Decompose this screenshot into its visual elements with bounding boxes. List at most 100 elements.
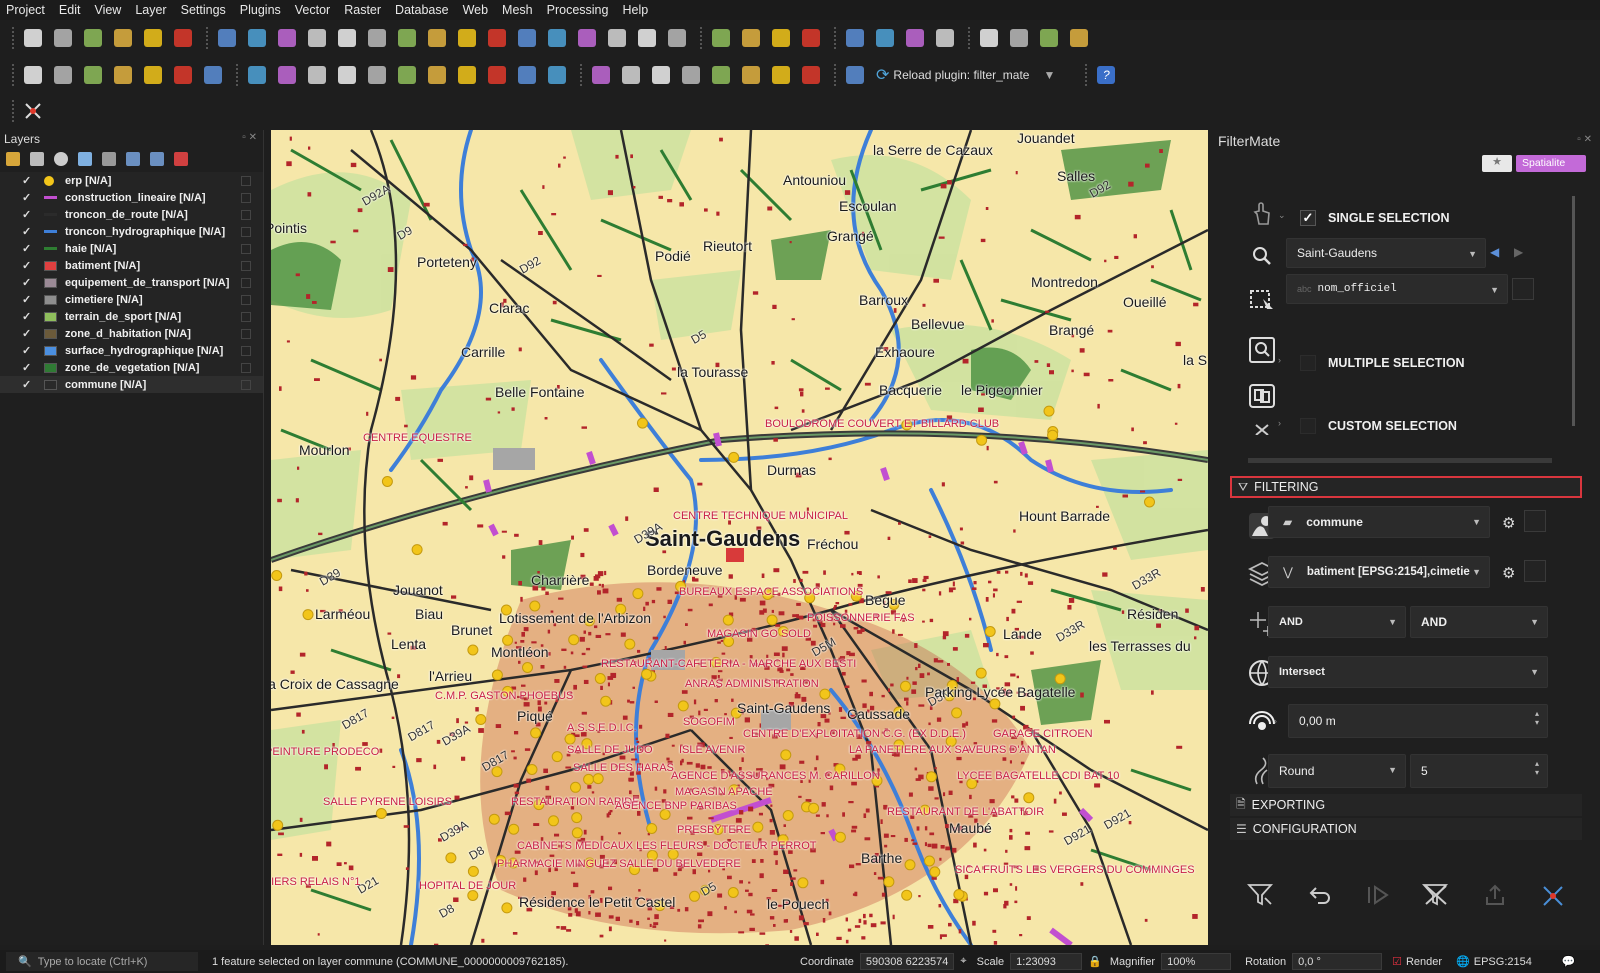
print-layout-icon[interactable] [110, 25, 136, 51]
pan-to-selection-icon[interactable] [244, 25, 270, 51]
refresh-icon[interactable] [664, 25, 690, 51]
rotate-label-icon[interactable] [738, 62, 764, 88]
layer-indicator[interactable] [241, 209, 251, 220]
buffer-toggle[interactable] [1238, 700, 1286, 746]
messages-icon[interactable]: 💬 [1562, 955, 1576, 968]
multiple-selection-expander-icon[interactable]: › [1278, 355, 1281, 365]
zoom-to-selection-tool[interactable] [1238, 326, 1286, 374]
remove-layer-icon[interactable] [174, 152, 188, 166]
layer-indicator[interactable] [241, 226, 251, 237]
filter-by-expression-icon[interactable] [102, 152, 116, 166]
layer-row[interactable]: ✓ equipement_de_transport [N/A] [0, 274, 263, 291]
new-spatialite-icon[interactable] [110, 62, 136, 88]
diagram-tool-icon[interactable] [618, 62, 644, 88]
map-tips-icon[interactable] [1036, 25, 1062, 51]
rotation-spinbox[interactable]: 0,0 ° [1292, 953, 1383, 970]
layer-visibility-checkbox[interactable]: ✓ [22, 191, 34, 204]
panel-close-icon[interactable]: ▫ ✕ [242, 132, 257, 143]
layer-row[interactable]: ✓ commune [N/A] [0, 376, 263, 393]
new-temp-layer-icon[interactable] [140, 62, 166, 88]
identify-icon[interactable] [842, 25, 868, 51]
layer-indicator[interactable] [241, 328, 251, 339]
source-layer-toggle[interactable] [1524, 510, 1546, 532]
scale-combo[interactable]: 1:23093 [1010, 953, 1083, 970]
reset-filter-icon[interactable] [1421, 882, 1450, 908]
layer-visibility-checkbox[interactable]: ✓ [22, 293, 34, 306]
show-labels-icon[interactable] [678, 62, 704, 88]
export-upload-icon[interactable] [1483, 883, 1507, 907]
filtering-section-header[interactable]: ⛛ FILTERING [1230, 476, 1582, 498]
save-project-icon[interactable] [80, 25, 106, 51]
locator-bar[interactable]: 🔍 Type to locate (Ctrl+K) [6, 952, 198, 971]
crs-button[interactable]: EPSG:2154 [1474, 956, 1532, 968]
manage-visibility-icon[interactable] [54, 152, 68, 166]
redo-filter-icon[interactable] [1365, 884, 1389, 906]
redo-icon[interactable] [544, 62, 570, 88]
new-geopackage-icon[interactable] [50, 62, 76, 88]
expand-all-icon[interactable] [126, 152, 140, 166]
layer-indicator[interactable] [241, 243, 251, 254]
backend-badge[interactable]: Spatialite [1516, 155, 1586, 172]
filter-legend-icon[interactable] [78, 152, 92, 166]
source-combine-operator-select[interactable]: AND ▼ [1268, 606, 1406, 638]
zoom-full-icon[interactable] [334, 25, 360, 51]
data-source-manager-icon[interactable] [20, 62, 46, 88]
single-selection-expander-icon[interactable]: ⌄ [1278, 210, 1286, 221]
custom-selection-expander-icon[interactable]: › [1278, 418, 1281, 428]
undo-icon[interactable] [514, 62, 540, 88]
custom-selection-checkbox[interactable]: CUSTOM SELECTION [1300, 418, 1457, 434]
field-expression-combo[interactable]: abc nom_officiel ▼ [1286, 274, 1508, 304]
add-feature-icon[interactable] [334, 62, 360, 88]
crs-globe-icon[interactable]: 🌐 [1456, 955, 1470, 968]
chevron-down-icon[interactable]: ▼ [1043, 68, 1055, 82]
delete-selected-icon[interactable] [394, 62, 420, 88]
target-layers-combo[interactable]: ⋁ batiment [EPSG:2154],cimetie ▼ [1268, 556, 1490, 588]
other-combine-operator-select[interactable]: AND ▼ [1410, 606, 1548, 638]
menu-processing[interactable]: Processing [547, 3, 609, 17]
cut-features-icon[interactable] [424, 62, 450, 88]
zoom-layer-icon[interactable] [394, 25, 420, 51]
digitize-icon[interactable] [244, 62, 270, 88]
layer-row[interactable]: ✓ troncon_hydrographique [N/A] [0, 223, 263, 240]
layer-row[interactable]: ✓ zone_d_habitation [N/A] [0, 325, 263, 342]
coordinate-toggle-icon[interactable]: ⌖ [960, 955, 966, 968]
menu-web[interactable]: Web [463, 3, 488, 17]
attribute-table-icon[interactable] [872, 25, 898, 51]
exporting-section-header[interactable]: 🗎 EXPORTING [1230, 794, 1582, 816]
annotation-icon[interactable] [1066, 25, 1092, 51]
add-group-icon[interactable] [30, 152, 44, 166]
menu-edit[interactable]: Edit [59, 3, 81, 17]
toggle-editing-icon[interactable] [274, 62, 300, 88]
undo-filter-icon[interactable] [1308, 884, 1332, 906]
change-label-icon[interactable] [768, 62, 794, 88]
label-tool-icon[interactable] [588, 62, 614, 88]
layer-row[interactable]: ✓ erp [N/A] [0, 172, 263, 189]
zoom-out-icon[interactable] [304, 25, 330, 51]
menu-project[interactable]: Project [6, 3, 45, 17]
save-edits-icon[interactable] [304, 62, 330, 88]
buffer-style-select[interactable]: Round ▼ [1268, 754, 1406, 788]
layer-indicator[interactable] [241, 379, 251, 390]
layer-visibility-checkbox[interactable]: ✓ [22, 276, 34, 289]
layer-visibility-checkbox[interactable]: ✓ [22, 225, 34, 238]
select-by-value-icon[interactable] [738, 25, 764, 51]
zoom-native-icon[interactable] [424, 25, 450, 51]
layer-indicator[interactable] [241, 277, 251, 288]
new-3d-view-icon[interactable] [544, 25, 570, 51]
new-project-icon[interactable] [20, 25, 46, 51]
target-layers-options-icon[interactable]: ⚙ [1502, 564, 1515, 582]
layer-visibility-checkbox[interactable]: ✓ [22, 327, 34, 340]
menu-view[interactable]: View [94, 3, 121, 17]
layer-indicator[interactable] [241, 345, 251, 356]
layer-row[interactable]: ✓ troncon_de_route [N/A] [0, 206, 263, 223]
selection-scrollbar[interactable] [1572, 196, 1575, 426]
menu-plugins[interactable]: Plugins [240, 3, 281, 17]
buffer-distance-spinbox[interactable]: 0,00 m ▴ ▾ [1288, 704, 1548, 738]
menu-mesh[interactable]: Mesh [502, 3, 533, 17]
select-features-icon[interactable] [708, 25, 734, 51]
layer-indicator[interactable] [241, 311, 251, 322]
open-project-icon[interactable] [50, 25, 76, 51]
menu-database[interactable]: Database [395, 3, 449, 17]
style-manager-icon[interactable] [170, 25, 196, 51]
layer-visibility-checkbox[interactable]: ✓ [22, 310, 34, 323]
